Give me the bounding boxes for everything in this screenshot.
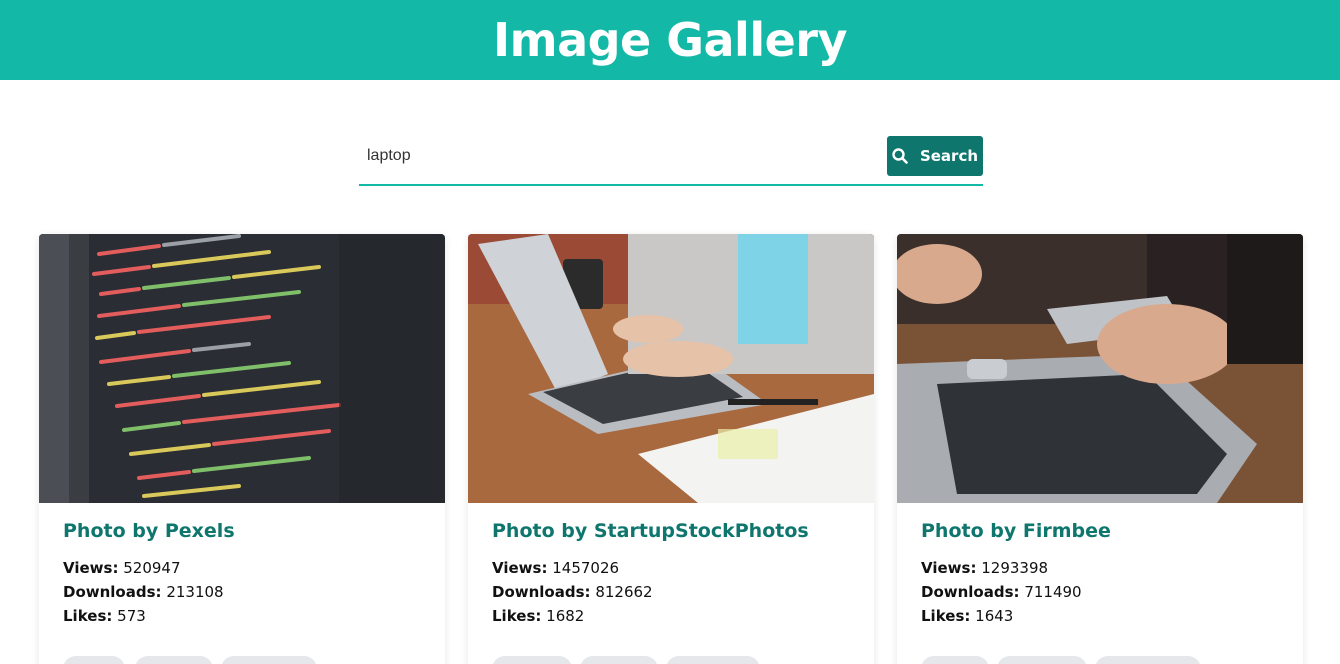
downloads-stat: Downloads: 711490 xyxy=(921,583,1082,601)
tag-chip[interactable] xyxy=(666,656,760,664)
likes-label: Likes: xyxy=(63,607,113,625)
downloads-stat: Downloads: 812662 xyxy=(492,583,653,601)
views-label: Views: xyxy=(492,559,548,577)
likes-stat: Likes: 1643 xyxy=(921,607,1013,625)
downloads-stat: Downloads: 213108 xyxy=(63,583,224,601)
header-bar: Image Gallery xyxy=(0,0,1340,80)
card-title[interactable]: Photo by Firmbee xyxy=(921,520,1111,542)
card-title[interactable]: Photo by StartupStockPhotos xyxy=(492,520,809,542)
page-title: Image Gallery xyxy=(493,13,847,67)
tag-chip[interactable] xyxy=(1095,656,1201,664)
views-value: 1293398 xyxy=(981,559,1049,577)
card-photo[interactable] xyxy=(468,234,874,503)
gallery-card: Photo by StartupStockPhotos Views: 14570… xyxy=(468,234,874,664)
downloads-label: Downloads: xyxy=(921,583,1020,601)
gallery-card: Photo by Firmbee Views: 1293398 Download… xyxy=(897,234,1303,664)
search-icon xyxy=(892,148,908,164)
likes-stat: Likes: 1682 xyxy=(492,607,584,625)
tag-chip[interactable] xyxy=(492,656,572,664)
card-title[interactable]: Photo by Pexels xyxy=(63,520,235,542)
search-button[interactable]: Search xyxy=(887,136,983,176)
likes-label: Likes: xyxy=(921,607,971,625)
tag-chip[interactable] xyxy=(921,656,989,664)
tag-chip[interactable] xyxy=(135,656,213,664)
views-value: 520947 xyxy=(123,559,181,577)
views-stat: Views: 520947 xyxy=(63,559,181,577)
downloads-label: Downloads: xyxy=(63,583,162,601)
tag-chip[interactable] xyxy=(221,656,317,664)
downloads-label: Downloads: xyxy=(492,583,591,601)
likes-value: 1682 xyxy=(546,607,585,625)
downloads-value: 711490 xyxy=(1024,583,1082,601)
card-photo[interactable] xyxy=(39,234,445,503)
search-bar: Search xyxy=(359,136,983,186)
views-stat: Views: 1293398 xyxy=(921,559,1048,577)
downloads-value: 213108 xyxy=(166,583,224,601)
tag-chip[interactable] xyxy=(580,656,658,664)
views-value: 1457026 xyxy=(552,559,620,577)
views-label: Views: xyxy=(63,559,119,577)
views-label: Views: xyxy=(921,559,977,577)
views-stat: Views: 1457026 xyxy=(492,559,619,577)
tag-chip[interactable] xyxy=(997,656,1087,664)
likes-label: Likes: xyxy=(492,607,542,625)
card-photo[interactable] xyxy=(897,234,1303,503)
gallery-card: Photo by Pexels Views: 520947 Downloads:… xyxy=(39,234,445,664)
search-button-label: Search xyxy=(919,147,979,165)
downloads-value: 812662 xyxy=(595,583,653,601)
search-input[interactable] xyxy=(359,136,879,176)
likes-value: 1643 xyxy=(975,607,1014,625)
likes-value: 573 xyxy=(117,607,146,625)
likes-stat: Likes: 573 xyxy=(63,607,146,625)
tag-chip[interactable] xyxy=(63,656,125,664)
